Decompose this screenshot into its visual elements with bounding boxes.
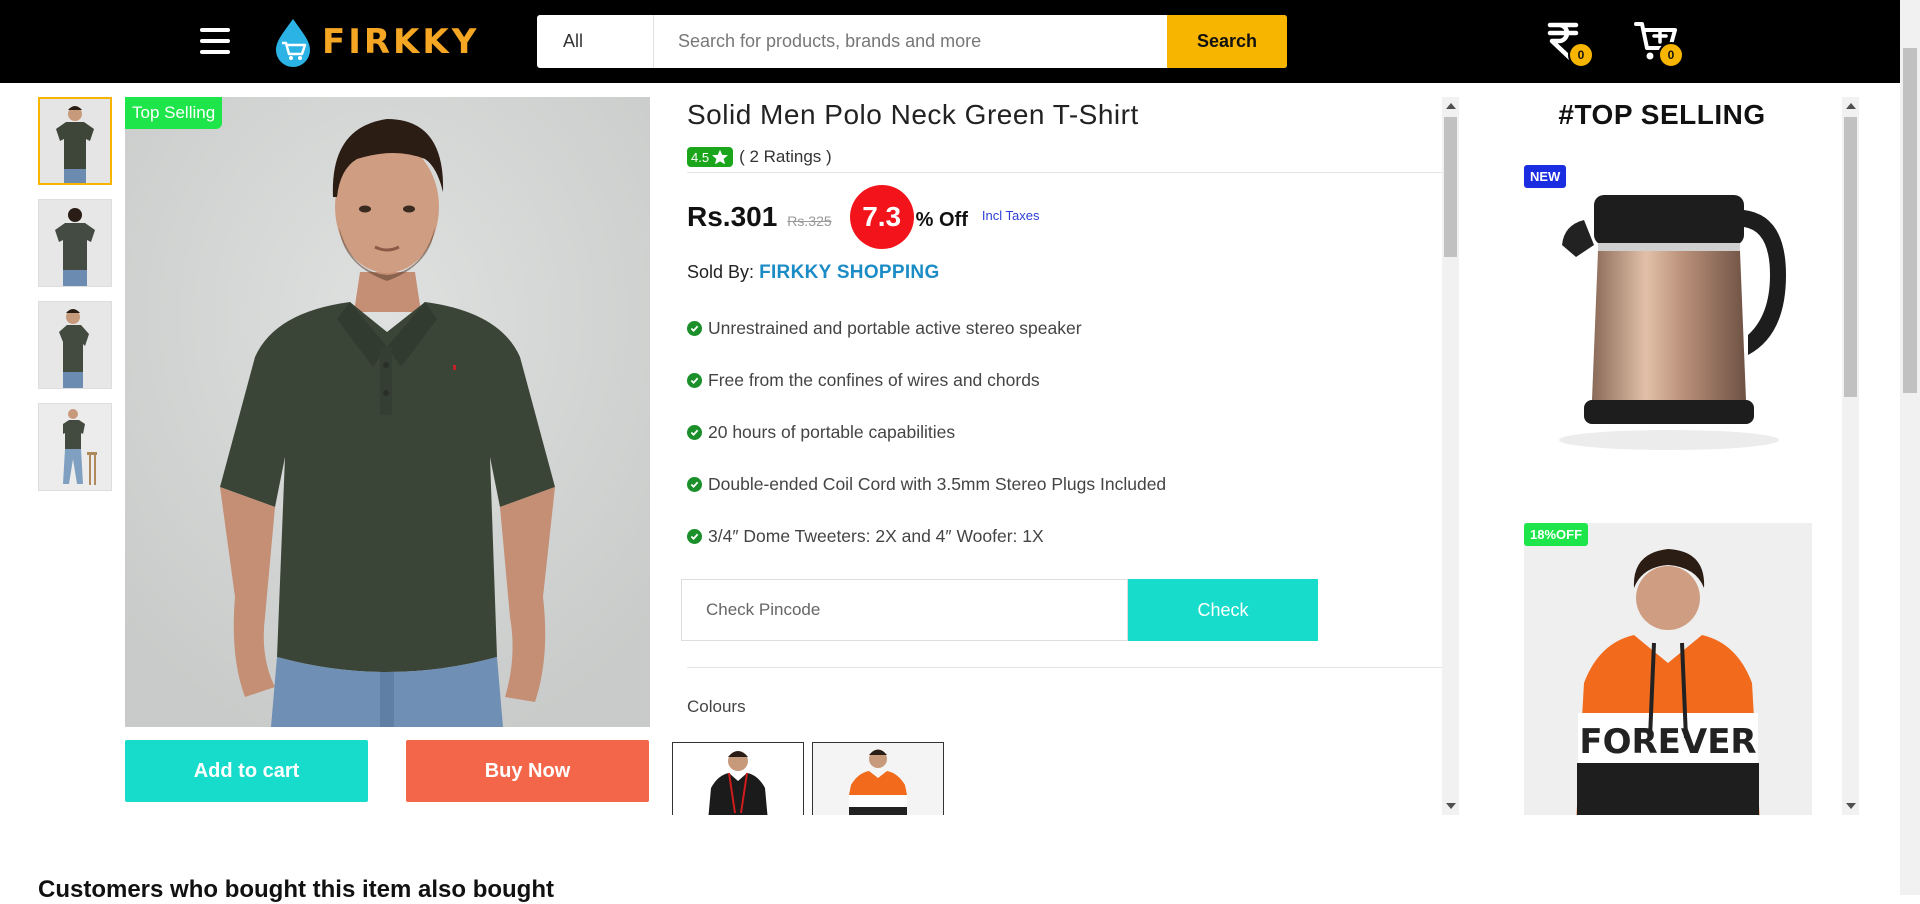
top-selling-tag: Top Selling	[125, 97, 223, 129]
also-bought-heading: Customers who bought this item also boug…	[38, 876, 554, 903]
tax-note: Incl Taxes	[981, 207, 1040, 223]
cart-button[interactable]: 0	[1634, 18, 1684, 68]
feature-text: 20 hours of portable capabilities	[708, 421, 956, 442]
product-title: Solid Men Polo Neck Green T-Shirt	[687, 99, 1139, 130]
swatch-image	[673, 743, 803, 815]
feature-item: Free from the confines of wires and chor…	[687, 354, 1166, 406]
feature-text: Unrestrained and portable active stereo …	[708, 317, 1082, 338]
check-pincode-button[interactable]: Check	[1128, 579, 1318, 641]
discount-tag: 18%OFF	[1524, 523, 1589, 546]
thumbnail-list	[38, 97, 113, 505]
rating-badge: 4.5	[687, 147, 734, 167]
scroll-up-arrow-icon[interactable]	[1446, 103, 1456, 109]
thumbnail-full[interactable]	[38, 403, 112, 491]
page-scrollbar[interactable]	[1900, 0, 1920, 895]
new-badge: NEW	[1524, 165, 1567, 188]
sidebar-product-hoodie[interactable]: FOREVER 18%OFF	[1524, 523, 1812, 815]
scrollbar-thumb[interactable]	[1444, 117, 1457, 257]
rating-value: 4.5	[691, 149, 710, 165]
check-circle-icon	[687, 320, 702, 336]
menu-icon[interactable]	[200, 26, 232, 56]
top-selling-sidebar: #TOP SELLING NEW FOREVER 18%OFF	[1482, 97, 1842, 815]
polo-tshirt-image	[125, 97, 650, 727]
top-header: FIRKKY All Search 0 0	[0, 0, 1920, 83]
cart-count-badge: 0	[1658, 42, 1684, 68]
check-circle-icon	[687, 424, 702, 440]
sidebar-product-kettle[interactable]: NEW	[1524, 165, 1812, 465]
rating-row: 4.5 ( 2 Ratings )	[687, 147, 832, 167]
swatch-image	[813, 743, 943, 815]
thumbnail-back[interactable]	[38, 199, 112, 287]
sidebar-scrollbar[interactable]	[1842, 97, 1859, 815]
feature-item: Double-ended Coil Cord with 3.5mm Stereo…	[687, 458, 1166, 510]
logo-text: FIRKKY	[322, 22, 480, 62]
colour-swatch-black[interactable]	[672, 742, 804, 815]
divider	[687, 667, 1442, 668]
feature-item: 20 hours of portable capabilities	[687, 406, 1166, 458]
page-scrollbar-thumb[interactable]	[1903, 48, 1917, 393]
search-bar: All Search	[537, 15, 1287, 68]
thumbnail-image	[40, 99, 110, 183]
divider	[687, 172, 1442, 173]
feature-text: 3/4″ Dome Tweeters: 2X and 4″ Woofer: 1X	[708, 525, 1044, 546]
discount-badge: 7.3	[849, 185, 914, 249]
pincode-input[interactable]	[681, 579, 1128, 641]
sidebar-title: #TOP SELLING	[1558, 99, 1766, 130]
scroll-up-arrow-icon[interactable]	[1846, 103, 1856, 109]
feature-item: 3/4″ Dome Tweeters: 2X and 4″ Woofer: 1X	[687, 510, 1166, 562]
buy-now-button[interactable]: Buy Now	[406, 740, 649, 802]
search-category-select[interactable]: All	[537, 15, 654, 68]
colours-label: Colours	[687, 697, 746, 716]
cart-logo-icon	[276, 19, 310, 67]
sold-by: Sold By: FIRKKY SHOPPING	[687, 262, 940, 284]
colour-swatches	[672, 742, 952, 815]
pincode-checker: Check	[681, 579, 1318, 641]
main-product-image[interactable]	[125, 97, 650, 727]
feature-list: Unrestrained and portable active stereo …	[687, 302, 1166, 562]
check-circle-icon	[687, 528, 702, 544]
feature-item: Unrestrained and portable active stereo …	[687, 302, 1166, 354]
sold-by-label: Sold By:	[687, 262, 755, 282]
site-logo[interactable]: FIRKKY	[268, 17, 479, 67]
search-button[interactable]: Search	[1167, 15, 1287, 68]
thumbnail-image	[39, 200, 111, 286]
thumbnail-side[interactable]	[38, 301, 112, 389]
selling-price: Rs.301	[687, 201, 778, 232]
thumbnail-image	[39, 404, 111, 490]
ratings-count[interactable]: ( 2 Ratings )	[739, 147, 832, 167]
feature-text: Free from the confines of wires and chor…	[708, 369, 1040, 390]
scrollbar-thumb[interactable]	[1844, 117, 1857, 397]
wallet-count-badge: 0	[1568, 42, 1594, 68]
check-circle-icon	[687, 372, 702, 388]
wallet-button[interactable]: 0	[1544, 18, 1594, 68]
seller-link[interactable]: FIRKKY SHOPPING	[759, 262, 939, 283]
scroll-down-arrow-icon[interactable]	[1446, 803, 1456, 809]
product-details: Solid Men Polo Neck Green T-Shirt 4.5 ( …	[672, 97, 1460, 815]
scroll-down-arrow-icon[interactable]	[1846, 803, 1856, 809]
hoodie-image: FOREVER	[1524, 523, 1812, 815]
svg-text:FOREVER: FOREVER	[1579, 722, 1756, 762]
add-to-cart-button[interactable]: Add to cart	[125, 740, 368, 802]
off-label: % Off	[915, 208, 968, 231]
search-input[interactable]	[654, 15, 1167, 68]
check-circle-icon	[687, 476, 702, 492]
kettle-image	[1524, 165, 1812, 465]
star-icon	[712, 149, 729, 165]
feature-text: Double-ended Coil Cord with 3.5mm Stereo…	[708, 473, 1167, 494]
price-row: Rs.301 Rs.325 7.3 % Off Incl Taxes	[687, 185, 1039, 249]
thumbnail-image	[39, 302, 111, 388]
original-price: Rs.325	[787, 213, 832, 229]
details-scrollbar[interactable]	[1442, 97, 1459, 815]
colour-swatch-orange[interactable]	[812, 742, 944, 815]
thumbnail-front[interactable]	[38, 97, 112, 185]
